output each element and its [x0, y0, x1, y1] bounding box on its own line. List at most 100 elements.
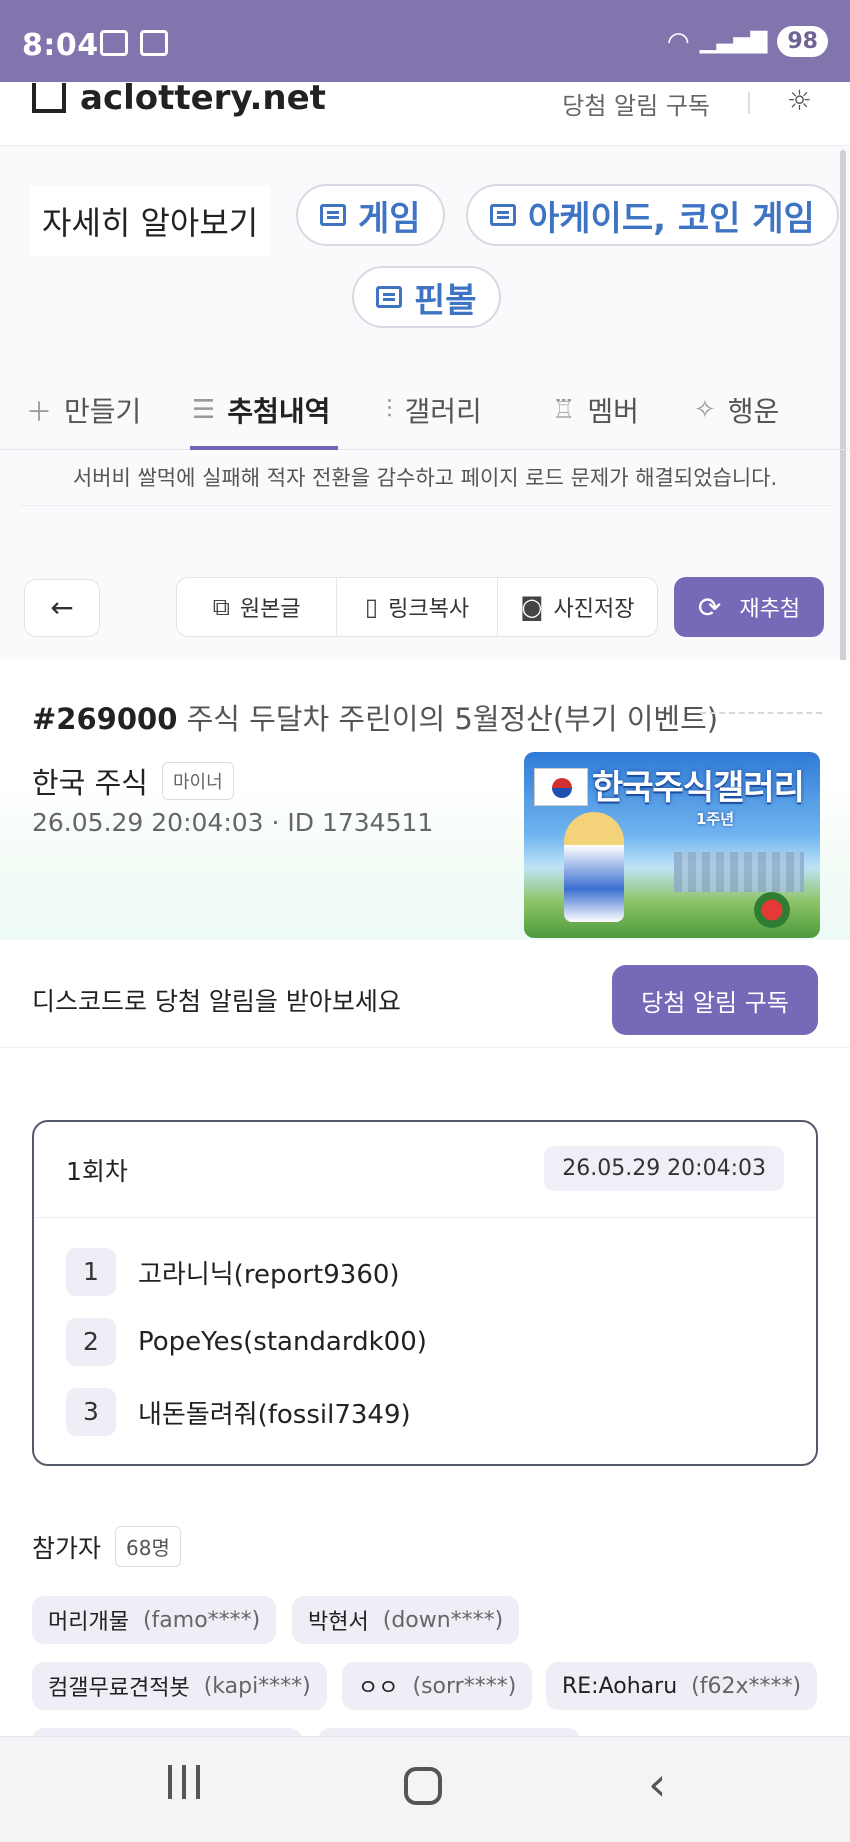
redraw-label: 재추첨 — [739, 597, 801, 622]
participant-name: 컴갤무료견적봇 — [48, 1676, 190, 1701]
site-logo-text: aclottery.net — [80, 82, 326, 118]
winner-rank: 1 — [66, 1248, 116, 1296]
discord-banner: 디스코드로 당첨 알림을 받아보세요 당첨 알림 구독 — [0, 965, 850, 1048]
home-icon[interactable] — [404, 1767, 442, 1805]
save-image-button[interactable]: ◙ 사진저장 — [498, 578, 657, 636]
sparkle-icon: ✧ — [694, 395, 716, 425]
battery-indicator: 98 — [777, 26, 828, 57]
status-time: 8:04 — [22, 28, 99, 63]
participant-chip: 머리개물 (famo****) — [32, 1596, 277, 1644]
recent-apps-icon[interactable] — [168, 1765, 200, 1799]
header-divider — [748, 92, 750, 114]
tab-label: 만들기 — [64, 395, 142, 428]
result-card: #269000 주식 두달차 주린이의 5월정산(부기 이벤트) 한국 주식 마… — [0, 660, 850, 1776]
main-tabs: ＋ 만들기 ☰ 추첨내역 ⫶ 갤러리 ♖ 멤버 ✧ 행운 — [0, 376, 850, 450]
plus-icon: ＋ — [26, 397, 53, 428]
clipboard-icon: ▯ — [364, 593, 379, 621]
status-notification-icons — [100, 30, 168, 56]
participant-chip: 박현서 (down****) — [292, 1596, 520, 1644]
notice-banner: 서버비 쌀먹에 실패해 적자 전환을 감수하고 페이지 로드 문제가 해결되었습… — [20, 450, 830, 506]
post-number: #269000 — [32, 702, 178, 736]
city-skyline — [674, 852, 804, 892]
nav-back-icon[interactable]: ‹ — [648, 1757, 666, 1811]
winner-rank: 3 — [66, 1388, 116, 1436]
participants-count: 68명 — [115, 1526, 181, 1567]
tab-members[interactable]: ♖ 멤버 — [552, 390, 639, 430]
bar-chart-icon: ⫶ — [386, 394, 393, 425]
winner-row: 2 PopeYes(standardk00) — [66, 1318, 427, 1366]
back-button[interactable]: ← — [24, 579, 100, 637]
discord-text: 디스코드로 당첨 알림을 받아보세요 — [32, 987, 401, 1016]
watermelon-icon — [754, 892, 790, 928]
participant-chip: ㅇㅇ (sorr****) — [342, 1662, 533, 1710]
redraw-button[interactable]: ⟳ 재추첨 — [674, 577, 824, 637]
camera-icon: ◙ — [520, 593, 544, 621]
refresh-icon: ⟳ — [697, 590, 722, 624]
action-toolbar: ← ⧉ 원본글 ▯ 링크복사 ◙ 사진저장 ⟳ 재추첨 — [0, 575, 850, 639]
promo-chip-label: 핀볼 — [414, 280, 477, 321]
winner-name: PopeYes(standardk00) — [138, 1327, 427, 1357]
participant-id: (f62x****) — [691, 1673, 802, 1699]
korean-flag-icon — [534, 768, 588, 806]
round-time: 26.05.29 20:04:03 — [544, 1146, 784, 1191]
article-icon — [376, 286, 402, 308]
theme-toggle-icon[interactable]: ☼ — [787, 84, 812, 117]
site-logo[interactable]: aclottery.net — [32, 82, 326, 118]
status-right: ◠ ▁▃▅▇ 98 — [667, 26, 828, 57]
tab-create[interactable]: ＋ 만들기 — [26, 390, 141, 430]
calendar-icon — [140, 30, 168, 56]
gallery-name-text: 한국 주식 — [32, 766, 148, 800]
post-title-text: 주식 두달차 주린이의 5월정산(부기 이벤트) — [186, 702, 719, 736]
promo-chip-label: 게임 — [358, 198, 421, 239]
participant-name: 박현서 — [308, 1610, 369, 1635]
original-post-button[interactable]: ⧉ 원본글 — [177, 578, 338, 636]
tab-luck[interactable]: ✧ 행운 — [694, 390, 779, 430]
tool-label: 링크복사 — [388, 597, 470, 622]
round-header: 1회차 26.05.29 20:04:03 — [34, 1122, 816, 1218]
post-title[interactable]: #269000 주식 두달차 주린이의 5월정산(부기 이벤트) — [32, 696, 718, 738]
participant-id: (sorr****) — [412, 1673, 517, 1699]
promo-chip-game[interactable]: 게임 — [296, 184, 445, 246]
anime-girl-illustration — [564, 812, 624, 922]
promo-chip-arcade[interactable]: 아케이드, 코인 게임 — [466, 184, 839, 246]
tab-history[interactable]: ☰ 추첨내역 — [192, 390, 330, 430]
post-meta: 26.05.29 20:04:03 · ID 1734511 — [32, 808, 434, 837]
tab-gallery[interactable]: ⫶ 갤러리 — [386, 390, 482, 430]
checkbox-logo-icon — [32, 83, 66, 113]
gallery-name: 한국 주식 마이너 — [32, 760, 234, 802]
tab-label: 멤버 — [587, 395, 639, 428]
gallery-thumbnail: 한국주식갤러리 1주년 — [524, 752, 820, 938]
trophy-icon: ♖ — [552, 395, 576, 425]
winner-row: 3 내돈돌려줘(fossil7349) — [66, 1388, 411, 1436]
title-divider — [700, 712, 822, 714]
winner-row: 1 고라니닉(report9360) — [66, 1248, 400, 1296]
subscribe-button[interactable]: 당첨 알림 구독 — [612, 965, 818, 1035]
winner-rank: 2 — [66, 1318, 116, 1366]
tool-button-group: ⧉ 원본글 ▯ 링크복사 ◙ 사진저장 — [176, 577, 658, 637]
winner-name: 내돈돌려줘(fossil7349) — [138, 1399, 411, 1430]
participant-chip: 컴갤무료견적봇 (kapi****) — [32, 1662, 327, 1710]
tool-label: 사진저장 — [553, 597, 635, 622]
participant-id: (down****) — [382, 1607, 504, 1633]
winner-name: 고라니닉(report9360) — [138, 1259, 400, 1290]
promo-section: 자세히 알아보기 게임 아케이드, 코인 게임 핀볼 — [0, 146, 850, 351]
participant-chip: RE:Aoharu (f62x****) — [546, 1662, 818, 1710]
header-subscribe-link[interactable]: 당첨 알림 구독 — [562, 86, 710, 121]
copy-link-button[interactable]: ▯ 링크복사 — [337, 578, 498, 636]
gallery-badge: 마이너 — [161, 762, 234, 800]
participant-id: (famo****) — [142, 1607, 261, 1633]
participants-label: 참가자 — [32, 1533, 102, 1563]
status-bar: 8:04 ◠ ▁▃▅▇ 98 — [0, 0, 850, 82]
learn-more-label[interactable]: 자세히 알아보기 — [30, 186, 271, 256]
article-icon — [320, 204, 346, 226]
article-icon — [490, 204, 516, 226]
promo-chip-pinball[interactable]: 핀볼 — [352, 266, 501, 328]
arrow-left-icon: ← — [50, 591, 74, 624]
tool-label: 원본글 — [239, 597, 301, 622]
tab-label: 갤러리 — [404, 395, 482, 428]
round-result-box: 1회차 26.05.29 20:04:03 1 고라니닉(report9360)… — [32, 1120, 818, 1466]
participants-heading: 참가자 68명 — [32, 1526, 181, 1567]
thumbnail-subtitle: 1주년 — [696, 810, 735, 828]
participant-name: 머리개물 — [48, 1610, 129, 1635]
wifi-icon: ◠ — [667, 26, 690, 57]
